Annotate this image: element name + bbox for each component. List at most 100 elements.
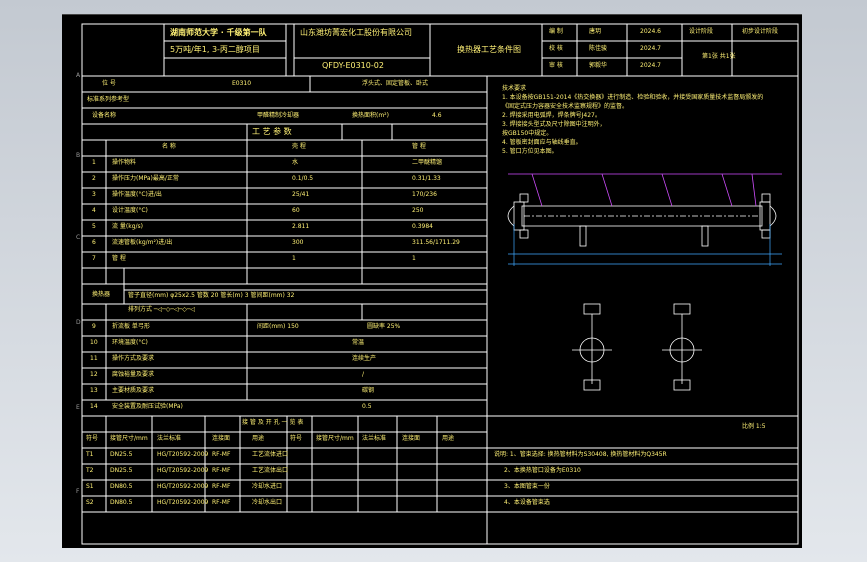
position-value: E0310 <box>232 80 252 87</box>
nozzle-header: 连接面 <box>212 435 231 442</box>
row14-value: 0.5 <box>362 403 372 410</box>
row10-name: 环境温度(°C) <box>112 339 148 346</box>
nozzle-cell: HG/T20592-2009 <box>157 451 209 458</box>
nozzle-header: 法兰标准 <box>157 435 182 442</box>
nozzle-cell: RF-MF <box>212 467 231 474</box>
nozzle-cell: DN80.5 <box>110 483 133 490</box>
company-name: 山东潍坊菁宏化工股份有限公司 <box>300 28 412 37</box>
bottom-note: 说明: 1、管束选择: 换热管材料为S30408, 换热管材料为Q345R <box>494 451 667 458</box>
auditor-name: 郭毅华 <box>589 62 608 69</box>
process-row-tube: 1 <box>412 255 416 262</box>
designer-label: 编 制 <box>549 28 563 35</box>
row9-v2: 圆缺率 25% <box>367 323 401 330</box>
process-row-tube: 0.31/1.33 <box>412 175 441 182</box>
nozzle-cell: S2 <box>86 499 94 506</box>
process-row-name: 操作物料 <box>112 159 137 166</box>
nozzle-header: 法兰标准 <box>362 435 387 442</box>
technical-note: 按GB150中规定。 <box>502 130 553 137</box>
nozzle-header: 连接面 <box>402 435 421 442</box>
nozzle-cell: S1 <box>86 483 94 490</box>
row13-value: 碳钢 <box>362 387 375 394</box>
process-row-shell: 25/41 <box>292 191 310 198</box>
nozzle-cell: RF-MF <box>212 483 231 490</box>
nozzle-header: 接管尺寸/mm <box>316 435 354 442</box>
technical-note: 5. 管口方位见本图。 <box>502 148 558 155</box>
process-row-shell: 0.1/0.5 <box>292 175 314 182</box>
area-value: 4.6 <box>432 112 442 119</box>
nozzle-cell: 冷却水出口 <box>252 499 283 506</box>
auditor-label: 审 核 <box>549 62 563 69</box>
drawing-number: QFDY-E0310-02 <box>322 61 384 70</box>
row13-no: 13 <box>90 387 98 394</box>
row11-name: 操作方式及要求 <box>112 355 155 362</box>
nozzle-header: 符号 <box>290 435 303 442</box>
col-tube: 管 程 <box>412 143 426 150</box>
tube-info: 管子直径(mm) φ25x2.5 管数 20 管长(m) 3 管间距(mm) 3… <box>128 292 295 299</box>
row10-value: 常温 <box>352 339 365 346</box>
nozzle-cell: HG/T20592-2009 <box>157 499 209 506</box>
nozzle-header: 用途 <box>442 435 455 442</box>
drawing-sheet: A B C D E F 湖南师范大学 · 千级第一队 山东潍坊菁宏化工股份有限公… <box>62 14 802 548</box>
nozzle-cell: T1 <box>86 451 94 458</box>
row12-no: 12 <box>90 371 98 378</box>
process-row-shell: 2.811 <box>292 223 310 230</box>
nozzle-cell: HG/T20592-2009 <box>157 483 209 490</box>
audit-date: 2024.7 <box>640 62 661 69</box>
scale-label: 比例 1:5 <box>742 423 766 430</box>
nozzle-cell: RF-MF <box>212 499 231 506</box>
row11-value: 连续生产 <box>352 355 377 362</box>
position-label: 位 号 <box>102 80 116 87</box>
nozzle-cell: 冷却水进口 <box>252 483 283 490</box>
checker-label: 校 核 <box>549 45 563 52</box>
stage-label: 设计阶段 <box>689 28 714 35</box>
nozzle-cell: HG/T20592-2009 <box>157 467 209 474</box>
exchanger-label: 换热器 <box>92 291 111 298</box>
process-title: 工 艺 参 数 <box>252 127 292 136</box>
design-label: 设备名称 <box>92 112 117 119</box>
process-row-shell: 60 <box>292 207 300 214</box>
technical-note: 2. 焊接采用电弧焊，焊条牌号J427。 <box>502 112 601 119</box>
col-shell: 壳 程 <box>292 143 306 150</box>
grid-letter-c: C <box>76 234 81 241</box>
project-name: 5万吨/年1, 3-丙二醇项目 <box>170 45 260 54</box>
design-value: 甲醛精制冷却器 <box>257 112 300 119</box>
grid-letter-b: B <box>76 152 81 159</box>
process-row-no: 3 <box>92 191 96 198</box>
nozzle-header: 用途 <box>252 435 265 442</box>
arrangement: 排列方式 ─◁─◇─◁─◇─◁ <box>128 306 196 313</box>
grid-letter-f: F <box>76 488 80 495</box>
process-row-no: 1 <box>92 159 96 166</box>
nozzle-cell: 工艺流体进口 <box>252 451 289 458</box>
type-value: 浮头式、固定管板、卧式 <box>362 80 429 87</box>
nozzle-cell: 工艺流体出口 <box>252 467 289 474</box>
row12-value: / <box>362 371 365 378</box>
grid-letter-a: A <box>76 72 81 79</box>
nozzle-title: 接 管 及 开 孔 一 览 表 <box>242 419 304 426</box>
process-row-name: 管 程 <box>112 255 126 262</box>
process-row-shell: 1 <box>292 255 296 262</box>
check-date: 2024.7 <box>640 45 661 52</box>
process-row-tube: 311.56/1711.29 <box>412 239 460 246</box>
bottom-note: 3、本图管束一份 <box>504 483 550 490</box>
process-row-no: 7 <box>92 255 96 262</box>
process-row-name: 设计温度(°C) <box>112 207 148 214</box>
col-name: 名 称 <box>162 143 176 150</box>
area-label: 换热面积(m²) <box>352 112 389 119</box>
nozzle-cell: T2 <box>86 467 94 474</box>
checker-name: 陈佳骏 <box>589 45 608 52</box>
process-row-name: 流 量(kg/s) <box>112 223 144 230</box>
sheet-info: 第1张 共1张 <box>702 53 736 60</box>
row12-name: 腐蚀裕量及要求 <box>112 371 155 378</box>
nozzle-header: 接管尺寸/mm <box>110 435 148 442</box>
row14-no: 14 <box>90 403 98 410</box>
grid-letter-e: E <box>76 404 80 411</box>
process-row-tube: 170/236 <box>412 191 437 198</box>
bottom-note: 4、本设备管束选 <box>504 499 550 506</box>
technical-note: 《固定式压力容器安全技术监察规程》的监督。 <box>502 103 629 110</box>
process-row-no: 6 <box>92 239 96 246</box>
row14-name: 安全装置及耐压试验(MPa) <box>112 403 183 410</box>
design-date: 2024.6 <box>640 28 661 35</box>
row13-name: 主要材质及要求 <box>112 387 155 394</box>
stage-value: 初步设计阶段 <box>742 28 779 35</box>
process-row-name: 流速管板(kg/m²)进/出 <box>112 239 173 246</box>
